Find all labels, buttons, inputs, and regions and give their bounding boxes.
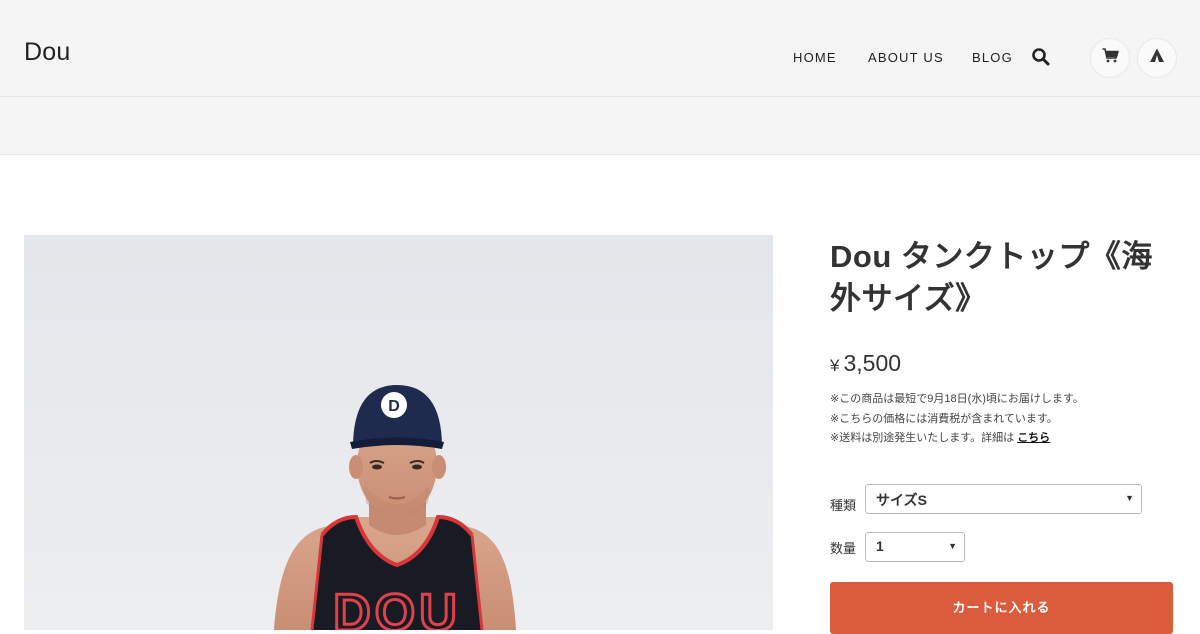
currency-symbol: ¥	[830, 356, 840, 375]
quantity-select[interactable]: 1 ▼	[865, 532, 965, 562]
nav-about-us[interactable]: ABOUT US	[868, 50, 944, 65]
price-value: 3,500	[843, 350, 902, 376]
shipping-details-link[interactable]: こちら	[1017, 432, 1050, 444]
nav-blog[interactable]: BLOG	[972, 50, 1013, 65]
quantity-label: 数量	[830, 541, 857, 556]
variant-select-value: サイズS	[876, 492, 927, 508]
site-header: Dou HOME ABOUT US BLOG	[0, 0, 1200, 97]
add-to-cart-button[interactable]: カートに入れる	[830, 582, 1173, 634]
product-notes: ※この商品は最短で9月18日(水)頃にお届けします。 ※こちらの価格には消費税が…	[830, 390, 1084, 449]
product-title: Dou タンクトップ《海外サイズ》	[830, 239, 1153, 316]
product-image[interactable]: D DOU	[24, 235, 773, 630]
product-price: ¥3,500	[830, 350, 901, 377]
cart-icon	[1102, 48, 1119, 68]
chevron-down-icon: ▼	[948, 541, 957, 551]
note-tax: ※こちらの価格には消費税が含まれています。	[830, 412, 1058, 425]
note-shipping: ※送料は別途発生いたします。詳細は こちら	[830, 429, 1084, 449]
note-delivery: ※この商品は最短で9月18日(水)頃にお届けします。	[830, 393, 1084, 405]
nav-home[interactable]: HOME	[793, 50, 837, 65]
note-shipping-text: ※送料は別途発生いたします。詳細は	[830, 432, 1015, 444]
cap-logo: D	[388, 398, 400, 415]
jersey-text: DOU	[333, 584, 461, 630]
breadcrumb-bar	[0, 97, 1200, 155]
chevron-down-icon: ▼	[1125, 493, 1134, 503]
variant-label: 種類	[830, 498, 857, 513]
tent-icon	[1149, 48, 1165, 68]
search-icon[interactable]	[1031, 47, 1051, 67]
variant-select[interactable]: サイズS ▼	[865, 484, 1142, 514]
cart-button[interactable]	[1090, 38, 1130, 78]
account-button[interactable]	[1137, 38, 1177, 78]
site-logo[interactable]: Dou	[24, 38, 70, 67]
quantity-select-value: 1	[876, 538, 884, 554]
